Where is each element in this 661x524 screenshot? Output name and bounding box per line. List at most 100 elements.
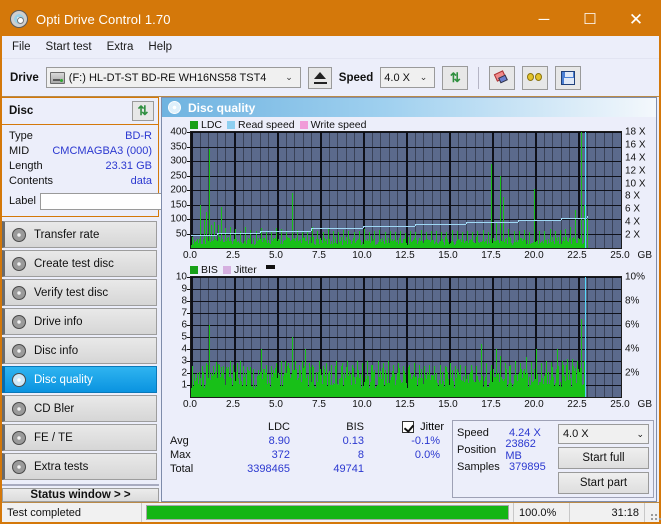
resize-grip[interactable] [645,503,659,522]
refresh-button[interactable]: ⇅ [442,65,469,90]
x-tick-label: 25.0 [610,250,630,261]
erase-button[interactable] [489,65,516,90]
test-speed-value: 4.0 X [562,428,589,440]
bis-x-axis: 0.0 2.5 5.0 7.5 10.0 12.5 15.0 17.5 20.0 22.5 25.0… [183,398,652,413]
disc-icon [12,372,26,387]
x-tick-label: 12.5 [395,250,415,261]
start-part-button[interactable]: Start part [557,472,649,494]
legend-item-bis: BIS [190,264,218,276]
sidebar-item-label: Create test disc [34,257,114,270]
menu-help[interactable]: Help [148,41,172,53]
maximize-button[interactable]: ☐ [567,2,613,36]
legend-item-jitter: Jitter [222,264,257,276]
legend-item-read-speed: Read speed [227,119,295,131]
sidebar-nav: Transfer rate Create test disc Verify te… [2,221,159,480]
window-title: Opti Drive Control 1.70 [36,11,171,27]
close-button[interactable]: ✕ [613,2,659,36]
menu-file[interactable]: File [12,41,31,53]
sidebar-item-label: Drive info [34,315,83,328]
sidebar-item-transfer-rate[interactable]: Transfer rate [2,221,157,248]
scale-marker-icon [265,265,275,269]
disc-row-contents: Contents data [9,173,152,188]
disc-length-label: Length [9,159,43,172]
disc-contents-value: data [130,174,152,187]
menu-extra[interactable]: Extra [107,41,134,53]
y2-tick-label: 4 X [625,216,641,228]
x-tick-label: 0.0 [183,399,197,410]
position-value: 23862 MB [505,437,536,462]
stats-max-bis: 8 [357,448,364,461]
stats-col-ldc: LDC [267,420,290,433]
statistics-table: LDC BIS Jitter Avg 8.90 0.13 -0.1% Max 3… [170,420,444,476]
sidebar-item-create-test-disc[interactable]: Create test disc [2,250,157,277]
legend-label: Read speed [238,119,295,131]
ldc-y2-axis-speed: 18 X 16 X 14 X 12 X 10 X8 X6 X4 X2 X [622,127,654,247]
ldc-plot-area [190,131,622,249]
test-info-panel: Speed 4.24 X Position 23862 MB Samples 3… [452,420,654,498]
sidebar-item-drive-info[interactable]: Drive info [2,308,157,335]
y2-tick-label: 2% [625,367,640,379]
drive-label: Drive [10,71,39,84]
y2-tick-label: 4% [625,343,640,355]
ldc-chart: LDC Read speed Write speed 400 350 300 250 2… [164,119,654,264]
disc-contents-label: Contents [9,174,54,187]
legend-item-write-speed: Write speed [299,119,367,131]
sidebar-item-cd-bler[interactable]: CD Bler [2,395,157,422]
sidebar-item-verify-test-disc[interactable]: Verify test disc [2,279,157,306]
y2-tick-label: 6 X [625,203,641,215]
chevron-down-icon: ⌄ [636,428,644,439]
stats-avg-ldc: 8.90 [268,434,290,447]
speed-select[interactable]: 4.0 X ⌄ [380,67,436,88]
disc-refresh-button[interactable]: ⇅ [132,101,154,121]
sidebar: Disc ⇅ Type BD-R MID CMCMAGBA3 (000) Len… [2,97,242,502]
disc-row-type: Type BD-R [9,128,152,143]
ldc-plot-wrap: 400 350 300 250 200 150 100 50 18 X 16 X 14 X 12 X… [164,127,654,249]
sidebar-item-disc-info[interactable]: Disc info [2,337,157,364]
x-tick-label: 12.5 [395,399,415,410]
sidebar-item-label: Extra tests [34,460,89,473]
y-tick-label: 10 [175,271,187,283]
status-window-button[interactable]: Status window > > [2,488,159,502]
sidebar-item-fe-te[interactable]: FE / TE [2,424,157,451]
sidebar-item-disc-quality[interactable]: Disc quality [2,366,157,393]
y2-tick-label: 8% [625,295,640,307]
chevron-down-icon: ⌄ [419,72,428,82]
stats-row-label-max: Max [170,448,191,461]
bis-y2-axis-jitter: 10% 8% 6% 4% 2% [622,272,654,396]
menu-start-test[interactable]: Start test [46,41,92,53]
legend-swatch-ldc [190,121,198,129]
stats-total-bis: 49741 [333,462,364,475]
stats-col-jitter: Jitter [374,420,444,434]
jitter-checkbox[interactable] [402,420,415,433]
eject-button[interactable] [307,66,332,89]
disc-icon [12,430,26,445]
y2-tick-label: 10% [625,271,646,283]
disc-info-rows: Type BD-R MID CMCMAGBA3 (000) Length 23.… [2,125,242,216]
progress-bar [146,505,509,520]
inspect-button[interactable] [522,65,549,90]
drive-select-value: (F:) HL-DT-ST BD-RE WH16NS58 TST4 [68,71,267,84]
disc-type-label: Type [9,129,33,142]
y2-tick-label: 2 X [625,229,641,241]
disc-row-mid: MID CMCMAGBA3 (000) [9,143,152,158]
sidebar-item-label: FE / TE [34,431,73,444]
minimize-button[interactable]: ─ [521,2,567,36]
x-tick-label: 10.0 [352,250,372,261]
statistics-table-wrap: LDC BIS Jitter Avg 8.90 0.13 -0.1% Max 3… [164,420,452,498]
refresh-icon: ⇅ [449,69,461,85]
disc-panel-title: Disc [9,105,34,117]
disc-icon [12,343,26,358]
drive-select[interactable]: (F:) HL-DT-ST BD-RE WH16NS58 TST4 ⌄ [45,67,301,88]
y2-tick-label: 18 X [625,126,646,138]
save-button[interactable] [555,65,582,90]
progress-cell [142,503,514,522]
y-tick-label: 50 [175,228,187,239]
x-tick-label: 0.0 [183,250,197,261]
sidebar-item-extra-tests[interactable]: Extra tests [2,453,157,480]
x-tick-label: 5.0 [269,399,283,410]
y2-tick-label: 16 X [625,139,646,151]
start-full-button[interactable]: Start full [557,447,649,469]
test-speed-select[interactable]: 4.0 X ⌄ [557,424,649,444]
speed-label: Speed [457,426,489,439]
legend-swatch-bis [190,266,198,274]
